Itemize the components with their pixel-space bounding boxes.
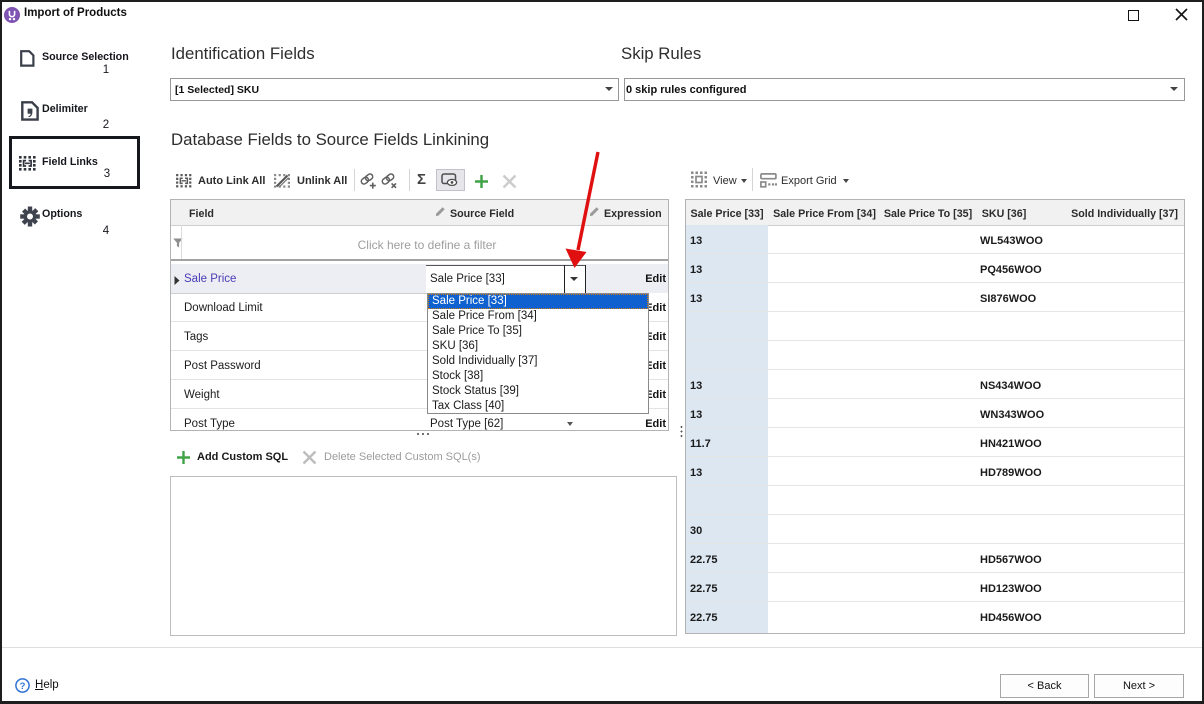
svg-text:?: ?: [20, 681, 26, 692]
